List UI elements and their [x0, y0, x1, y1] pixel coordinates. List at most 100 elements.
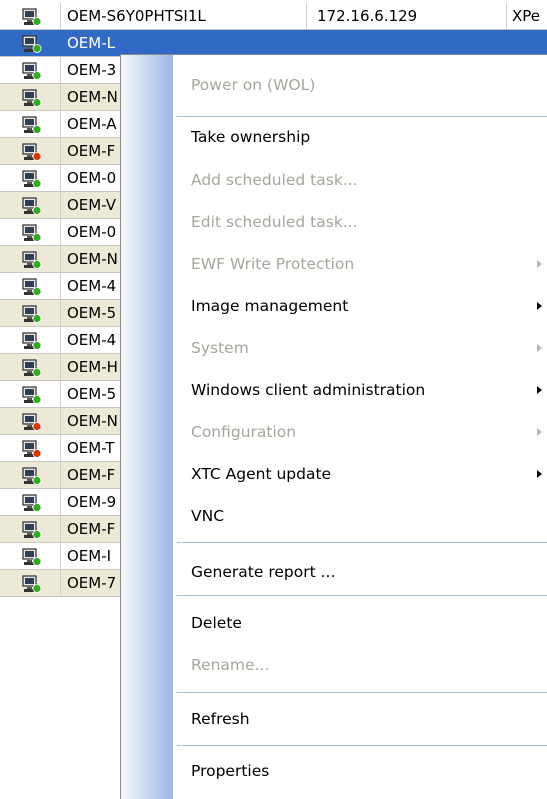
status-indicator-icon — [32, 124, 42, 134]
status-indicator-icon — [32, 259, 42, 269]
device-icon-cell — [0, 543, 58, 569]
computer-icon — [22, 520, 42, 539]
device-os — [506, 29, 547, 56]
menu-item-label: Refresh — [191, 710, 250, 728]
submenu-arrow-icon — [537, 386, 542, 394]
computer-icon — [22, 223, 42, 242]
menu-item-take-ownership[interactable]: Take ownership — [173, 122, 547, 152]
computer-icon — [22, 574, 42, 593]
menu-item-windows-client-administration[interactable]: Windows client administration — [173, 375, 547, 405]
menu-item-edit-scheduled-task[interactable]: Edit scheduled task... — [173, 207, 547, 237]
table-row[interactable]: OEM-L — [0, 29, 547, 57]
device-icon-cell — [0, 300, 58, 326]
device-icon-cell — [0, 219, 58, 245]
status-indicator-icon — [32, 70, 42, 80]
status-indicator-icon — [32, 16, 42, 26]
menu-item-label: VNC — [191, 507, 225, 525]
menu-item-delete[interactable]: Delete — [173, 608, 547, 638]
computer-icon — [22, 331, 42, 350]
device-icon-cell — [0, 111, 58, 137]
menu-item-label: Rename... — [191, 656, 270, 674]
device-ip — [306, 29, 506, 56]
menu-item-label: XTC Agent update — [191, 465, 332, 483]
status-indicator-icon — [32, 421, 42, 431]
computer-icon — [22, 34, 42, 53]
submenu-arrow-icon — [537, 302, 542, 310]
status-indicator-icon — [32, 367, 42, 377]
menu-item-label: Delete — [191, 614, 242, 632]
device-icon-cell — [0, 57, 58, 83]
computer-icon — [22, 169, 42, 188]
context-menu: Power on (WOL) Take ownership Add schedu… — [120, 54, 547, 799]
table-row[interactable]: OEM-S6Y0PHTSI1L 172.16.6.129 XPe — [0, 2, 547, 30]
device-icon-cell — [0, 489, 58, 515]
computer-icon — [22, 412, 42, 431]
computer-icon — [22, 61, 42, 80]
computer-icon — [22, 250, 42, 269]
menu-separator — [177, 116, 547, 117]
submenu-arrow-icon — [537, 470, 542, 478]
computer-icon — [22, 493, 42, 512]
menu-item-generate-report[interactable]: Generate report ... — [173, 557, 547, 587]
status-indicator-icon — [32, 178, 42, 188]
menu-item-refresh[interactable]: Refresh — [173, 704, 547, 734]
computer-icon — [22, 358, 42, 377]
menu-item-label: Windows client administration — [191, 381, 426, 399]
status-indicator-icon — [32, 232, 42, 242]
menu-item-label: Take ownership — [191, 128, 311, 146]
computer-icon — [22, 304, 42, 323]
device-icon-cell — [0, 138, 58, 164]
status-indicator-icon — [32, 529, 42, 539]
menu-item-rename[interactable]: Rename... — [173, 650, 547, 680]
menu-item-label: Add scheduled task... — [191, 171, 358, 189]
menu-item-vnc[interactable]: VNC — [173, 501, 547, 531]
menu-item-label: Power on (WOL) — [191, 76, 316, 94]
device-name: OEM-L — [60, 29, 306, 56]
device-icon-cell — [0, 3, 58, 29]
status-indicator-icon — [32, 313, 42, 323]
computer-icon — [22, 142, 42, 161]
device-icon-cell — [0, 165, 58, 191]
device-icon-cell — [0, 570, 58, 596]
device-icon-cell — [0, 327, 58, 353]
computer-icon — [22, 115, 42, 134]
status-indicator-icon — [32, 151, 42, 161]
device-icon-cell — [0, 84, 58, 110]
menu-item-label: EWF Write Protection — [191, 255, 355, 273]
menu-item-configuration[interactable]: Configuration — [173, 417, 547, 447]
computer-icon — [22, 196, 42, 215]
device-ip: 172.16.6.129 — [306, 2, 506, 29]
menu-item-add-scheduled-task[interactable]: Add scheduled task... — [173, 165, 547, 195]
status-indicator-icon — [32, 97, 42, 107]
menu-separator — [177, 692, 547, 693]
menu-separator — [177, 542, 547, 543]
menu-item-image-management[interactable]: Image management — [173, 291, 547, 321]
menu-item-ewf-write-protection[interactable]: EWF Write Protection — [173, 249, 547, 279]
status-indicator-icon — [32, 475, 42, 485]
device-icon-cell — [0, 381, 58, 407]
status-indicator-icon — [32, 448, 42, 458]
menu-item-properties[interactable]: Properties — [173, 756, 547, 786]
device-os: XPe — [506, 2, 547, 29]
device-icon-cell — [0, 408, 58, 434]
menu-item-xtc-agent-update[interactable]: XTC Agent update — [173, 459, 547, 489]
computer-icon — [22, 7, 42, 26]
submenu-arrow-icon — [537, 344, 542, 352]
status-indicator-icon — [32, 43, 42, 53]
device-icon-cell — [0, 192, 58, 218]
menu-item-system[interactable]: System — [173, 333, 547, 363]
submenu-arrow-icon — [537, 428, 542, 436]
status-indicator-icon — [32, 583, 42, 593]
device-icon-cell — [0, 435, 58, 461]
status-indicator-icon — [32, 502, 42, 512]
menu-item-label: Configuration — [191, 423, 297, 441]
menu-item-label: System — [191, 339, 249, 357]
device-icon-cell — [0, 516, 58, 542]
status-indicator-icon — [32, 205, 42, 215]
computer-icon — [22, 88, 42, 107]
menu-separator — [177, 745, 547, 746]
computer-icon — [22, 466, 42, 485]
menu-item-power-on-wol[interactable]: Power on (WOL) — [173, 70, 547, 100]
status-indicator-icon — [32, 556, 42, 566]
device-icon-cell — [0, 246, 58, 272]
